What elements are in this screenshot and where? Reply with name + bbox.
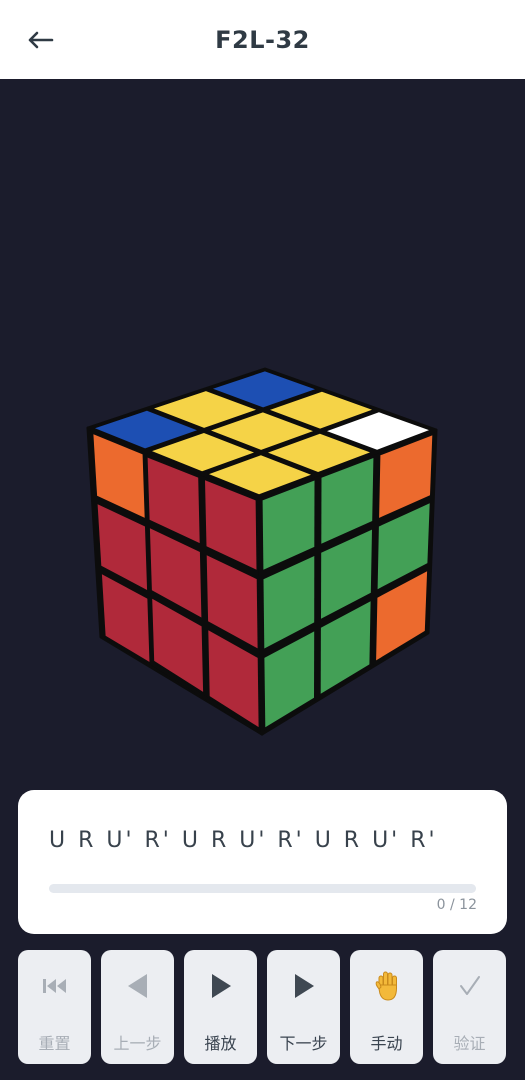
next-step-button[interactable]: 下一步 <box>267 950 340 1064</box>
reset-button[interactable]: 重置 <box>18 950 91 1064</box>
prev-step-button[interactable]: 上一步 <box>101 950 174 1064</box>
algorithm-moves: U R U' R' U R U' R' U R U' R' <box>49 828 438 853</box>
verify-button[interactable]: 验证 <box>433 950 506 1064</box>
manual-button[interactable]: 手动 <box>350 950 423 1064</box>
control-bar: 重置 上一步 播放 下一步 手动 验证 <box>18 950 507 1064</box>
progress-label: 0 / 12 <box>436 897 477 913</box>
step-back-icon <box>127 974 147 998</box>
next-step-label: 下一步 <box>279 1034 328 1053</box>
play-label: 播放 <box>204 1034 237 1053</box>
rubiks-cube-3d[interactable] <box>0 79 525 790</box>
algorithm-card: U R U' R' U R U' R' U R U' R' 0 / 12 <box>18 790 507 934</box>
raised-hand-icon <box>375 971 397 1001</box>
page-title: F2L-32 <box>215 25 310 54</box>
progress-bar <box>49 884 476 893</box>
back-button[interactable] <box>18 20 62 60</box>
cube-viewport[interactable] <box>0 79 525 790</box>
arrow-left-icon <box>28 31 54 49</box>
verify-label: 验证 <box>453 1034 486 1053</box>
play-button[interactable]: 播放 <box>184 950 257 1064</box>
reset-label: 重置 <box>38 1034 71 1053</box>
checkmark-icon <box>459 976 480 995</box>
manual-label: 手动 <box>370 1034 403 1053</box>
play-icon <box>211 974 231 998</box>
prev-step-label: 上一步 <box>113 1034 162 1053</box>
skip-to-start-icon <box>42 979 66 993</box>
step-forward-icon <box>294 974 314 998</box>
app-header: F2L-32 <box>0 0 525 79</box>
front-face <box>142 450 264 736</box>
